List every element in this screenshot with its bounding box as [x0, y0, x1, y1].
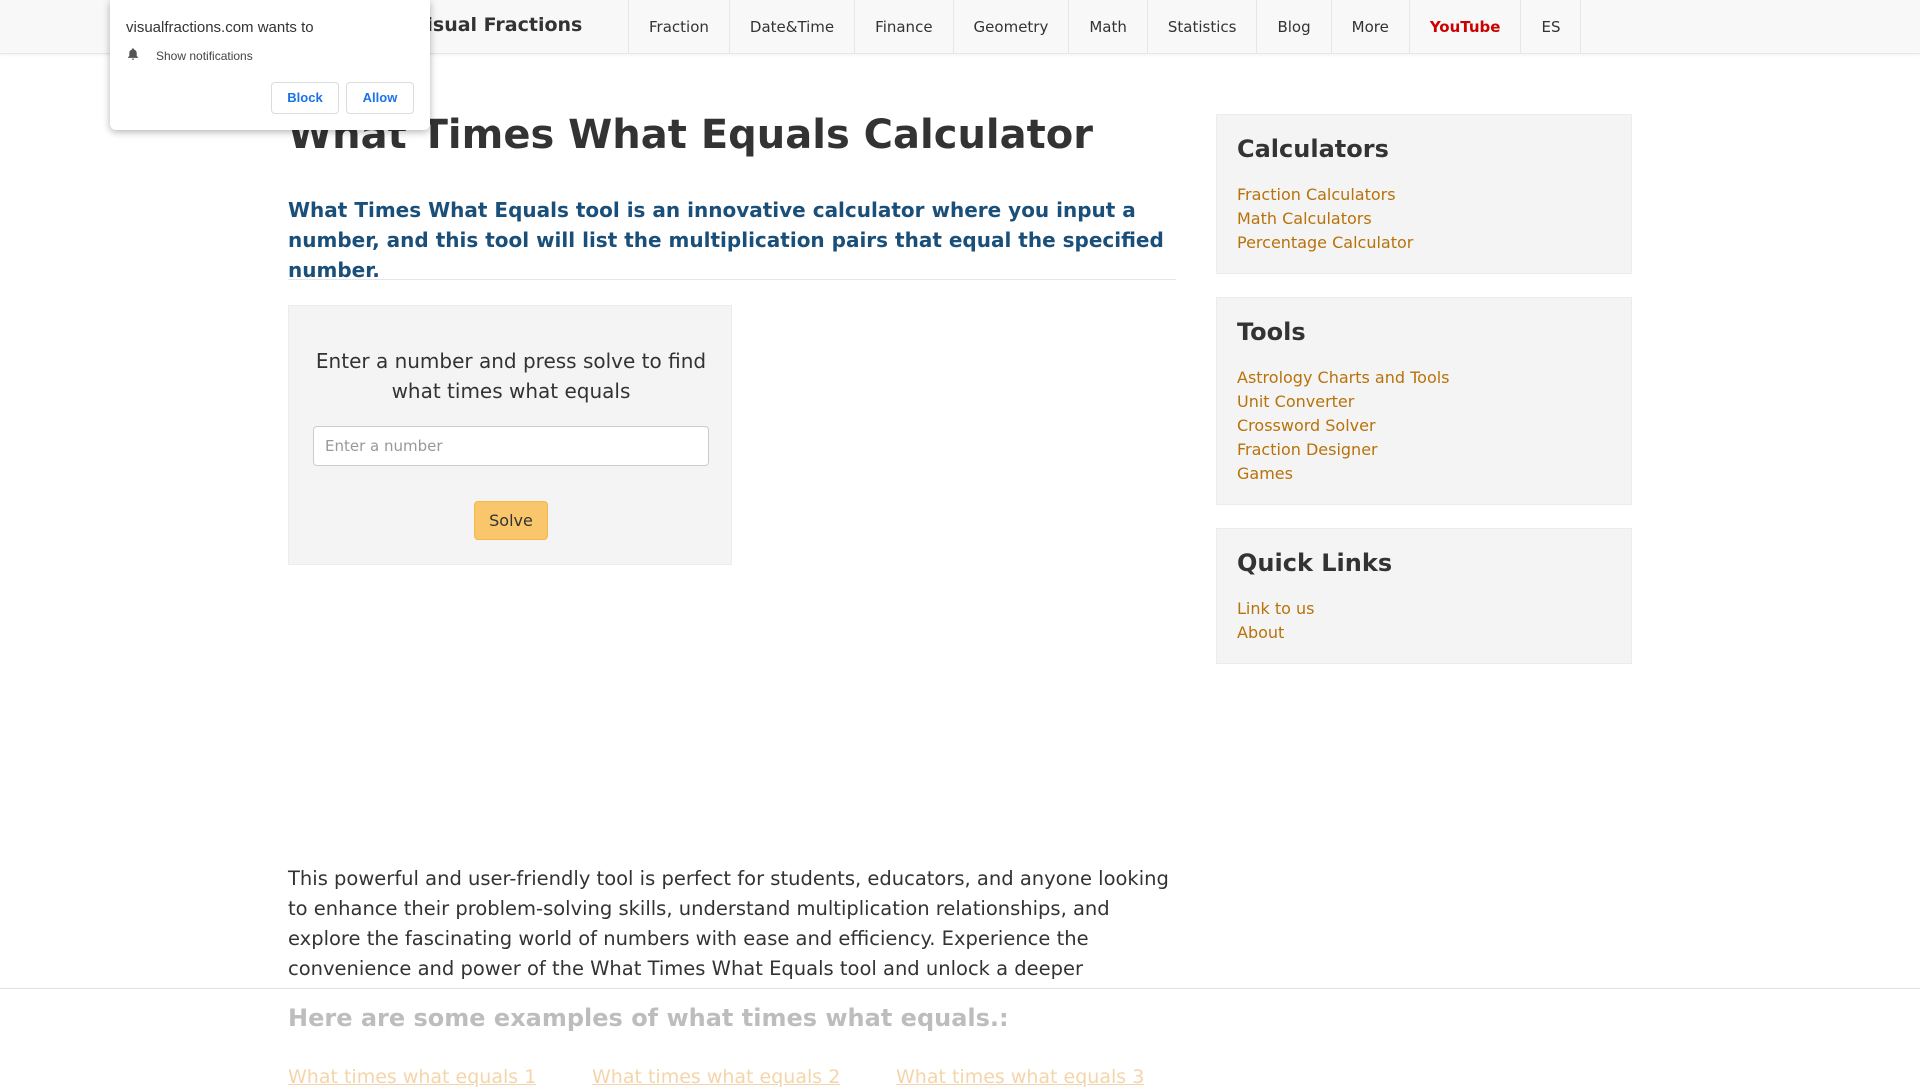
notification-popup-title: visualfractions.com wants to [126, 19, 314, 36]
nav-item-finance[interactable]: Finance [855, 0, 954, 54]
nav-menu: Fraction Date&Time Finance Geometry Math… [628, 0, 1582, 54]
nav-item-math[interactable]: Math [1069, 0, 1148, 54]
bell-icon [128, 48, 138, 60]
solve-button[interactable]: Solve [474, 501, 548, 540]
nav-item-statistics[interactable]: Statistics [1148, 0, 1258, 54]
site-brand[interactable]: Visual Fractions [412, 14, 582, 36]
sidebar-link-link-to-us[interactable]: Link to us [1237, 597, 1611, 621]
sidebar-quick-links-panel: Quick Links Link to us About [1216, 528, 1632, 664]
calculator-panel: Enter a number and press solve to find w… [288, 305, 732, 565]
nav-item-es[interactable]: ES [1521, 0, 1582, 54]
nav-item-more[interactable]: More [1332, 0, 1410, 54]
sidebar-calculators-title: Calculators [1237, 135, 1389, 163]
number-input[interactable] [313, 426, 709, 466]
sidebar-calculators-panel: Calculators Fraction Calculators Math Ca… [1216, 114, 1632, 274]
sidebar-tools-panel: Tools Astrology Charts and Tools Unit Co… [1216, 297, 1632, 505]
examples-heading: Here are some examples of what times wha… [288, 1004, 1009, 1032]
example-link-3[interactable]: What times what equals 3 [896, 1066, 1144, 1088]
nav-item-geometry[interactable]: Geometry [954, 0, 1070, 54]
nav-item-datetime[interactable]: Date&Time [730, 0, 856, 54]
lead-description: What Times What Equals tool is an innova… [288, 198, 1164, 282]
notification-permission-text: Show notifications [156, 49, 253, 63]
example-link-1[interactable]: What times what equals 1 [288, 1066, 536, 1088]
sidebar-link-percentage-calculator[interactable]: Percentage Calculator [1237, 231, 1611, 255]
notification-permission-popup: visualfractions.com wants to Show notifi… [110, 0, 430, 130]
example-link-2[interactable]: What times what equals 2 [592, 1066, 840, 1088]
calculator-prompt: Enter a number and press solve to find w… [315, 349, 707, 403]
allow-button[interactable]: Allow [346, 82, 414, 114]
nav-item-fraction[interactable]: Fraction [629, 0, 730, 54]
nav-item-blog[interactable]: Blog [1257, 0, 1332, 54]
sidebar-link-about[interactable]: About [1237, 621, 1611, 645]
sidebar-link-math-calculators[interactable]: Math Calculators [1237, 207, 1611, 231]
sidebar-tools-title: Tools [1237, 318, 1306, 346]
sidebar-link-unit-converter[interactable]: Unit Converter [1237, 390, 1611, 414]
sidebar-link-crossword-solver[interactable]: Crossword Solver [1237, 414, 1611, 438]
nav-item-youtube[interactable]: YouTube [1410, 0, 1522, 54]
sidebar-link-games[interactable]: Games [1237, 462, 1611, 486]
sidebar-link-fraction-calculators[interactable]: Fraction Calculators [1237, 183, 1611, 207]
sidebar-link-fraction-designer[interactable]: Fraction Designer [1237, 438, 1611, 462]
divider [288, 279, 1176, 280]
sidebar-link-astrology[interactable]: Astrology Charts and Tools [1237, 366, 1611, 390]
block-button[interactable]: Block [271, 82, 339, 114]
sidebar-quick-links-title: Quick Links [1237, 549, 1393, 577]
